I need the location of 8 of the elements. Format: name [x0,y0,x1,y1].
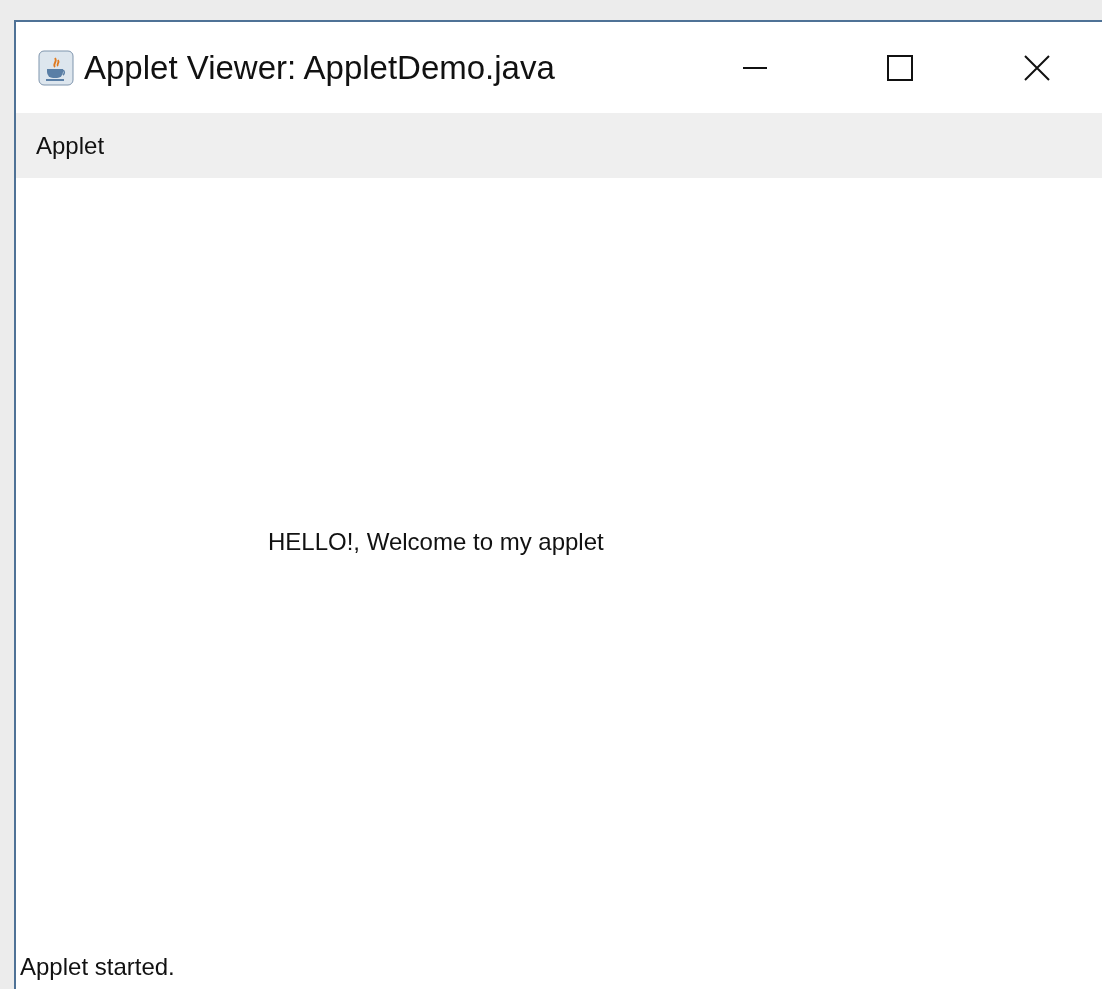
applet-message: HELLO!, Welcome to my applet [268,528,604,555]
minimize-icon [742,66,767,69]
window-title: Applet Viewer: AppletDemo.java [84,48,555,87]
status-text: Applet started. [19,953,175,982]
close-icon [1023,53,1051,82]
java-cup-icon [38,49,74,86]
menu-item[interactable]: Applet [36,131,105,160]
maximize-icon [885,53,914,82]
